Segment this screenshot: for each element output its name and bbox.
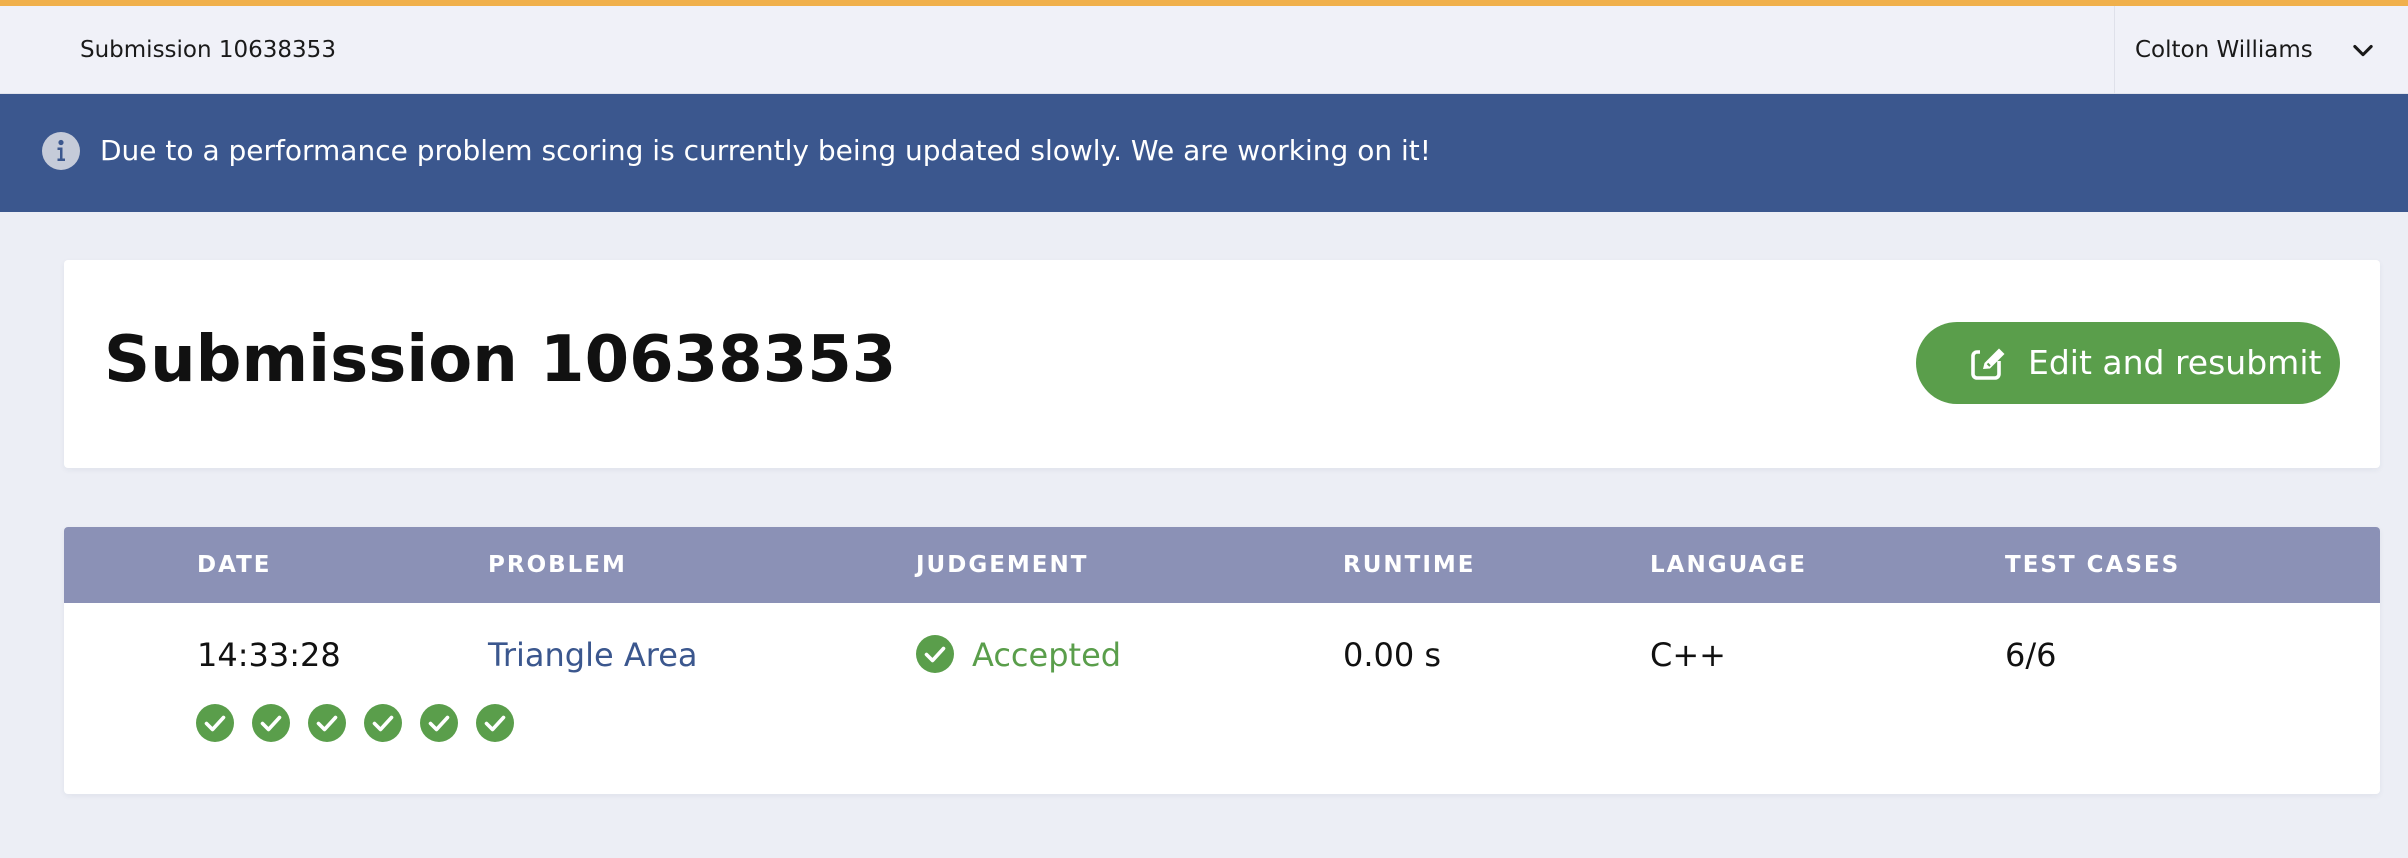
cell-test-cases: 6/6 bbox=[2005, 636, 2057, 674]
submission-table: DATE PROBLEM JUDGEMENT RUNTIME LANGUAGE … bbox=[64, 527, 2380, 794]
test-case-passed-icon[interactable] bbox=[196, 704, 234, 742]
chevron-down-icon bbox=[2353, 44, 2373, 57]
test-case-passed-icon[interactable] bbox=[420, 704, 458, 742]
page-title: Submission 10638353 bbox=[104, 323, 897, 397]
submission-header-card: Submission 10638353 Edit and resubmit bbox=[64, 260, 2380, 468]
test-case-passed-icon[interactable] bbox=[476, 704, 514, 742]
notice-message: Due to a performance problem scoring is … bbox=[100, 134, 1431, 167]
test-case-passed-icon[interactable] bbox=[308, 704, 346, 742]
cell-runtime: 0.00 s bbox=[1343, 636, 1442, 674]
table-header: DATE PROBLEM JUDGEMENT RUNTIME LANGUAGE … bbox=[64, 527, 2380, 603]
edit-and-resubmit-button[interactable]: Edit and resubmit bbox=[1916, 322, 2340, 404]
column-header-date: DATE bbox=[197, 552, 272, 578]
judgement-status: Accepted bbox=[972, 636, 1122, 674]
test-case-passed-icon[interactable] bbox=[252, 704, 290, 742]
user-menu-dropdown[interactable]: Colton Williams bbox=[2114, 6, 2408, 94]
column-header-language: LANGUAGE bbox=[1650, 552, 1807, 578]
check-circle-icon bbox=[916, 635, 954, 673]
edit-icon bbox=[1971, 347, 2008, 380]
cell-language: C++ bbox=[1650, 636, 1726, 674]
column-header-judgement: JUDGEMENT bbox=[916, 552, 1089, 578]
test-case-passed-icon[interactable] bbox=[364, 704, 402, 742]
info-icon bbox=[42, 132, 80, 170]
user-name: Colton Williams bbox=[2135, 37, 2313, 63]
column-header-runtime: RUNTIME bbox=[1343, 552, 1476, 578]
top-navbar: Submission 10638353 Colton Williams bbox=[0, 6, 2408, 94]
edit-and-resubmit-label: Edit and resubmit bbox=[2028, 343, 2322, 382]
navbar-page-title: Submission 10638353 bbox=[80, 37, 336, 63]
problem-link[interactable]: Triangle Area bbox=[488, 635, 697, 675]
cell-date: 14:33:28 bbox=[197, 636, 341, 674]
column-header-test-cases: TEST CASES bbox=[2005, 552, 2181, 578]
column-header-problem: PROBLEM bbox=[488, 552, 627, 578]
